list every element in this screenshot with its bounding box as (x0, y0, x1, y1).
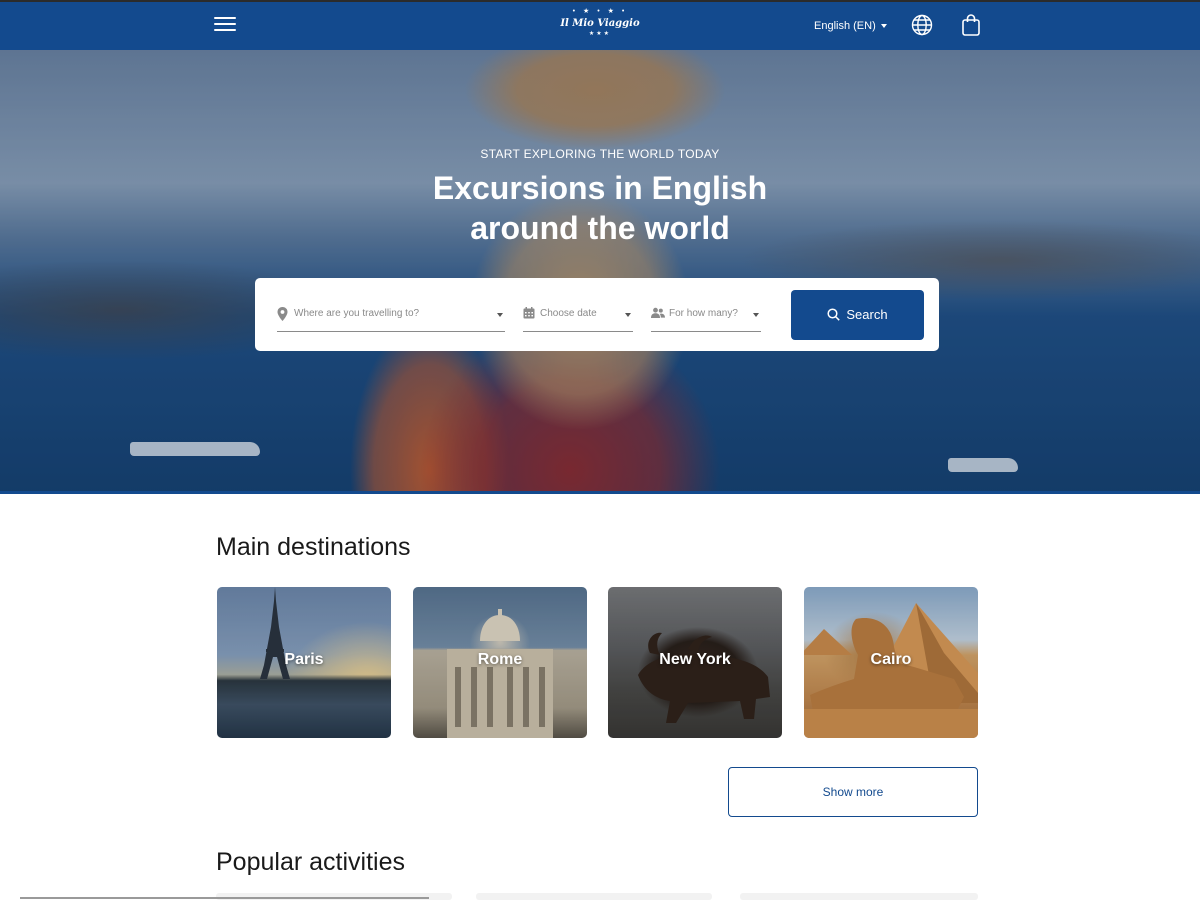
search-panel: Where are you travelling to? Choose date… (255, 278, 939, 351)
destination-select[interactable]: Where are you travelling to? (277, 304, 505, 332)
map-pin-icon (277, 307, 288, 321)
hero-image-ship (948, 458, 1018, 472)
people-icon (651, 307, 665, 318)
destination-card-rome[interactable]: Rome (413, 587, 587, 738)
search-icon (827, 308, 841, 321)
logo-stars: • ★ • ★ • (572, 8, 628, 15)
destination-label: Paris (284, 651, 324, 668)
hero-bottom-border (0, 491, 1200, 494)
logo-text: Il Mio Viaggio (560, 18, 640, 29)
destination-card-paris[interactable]: Paris (217, 587, 391, 738)
hero-title-line-2: around the world (470, 210, 730, 246)
chevron-down-icon (625, 313, 631, 317)
search-button-label: Search (846, 307, 888, 322)
chevron-down-icon (880, 24, 887, 29)
language-label: English (EN) (814, 20, 876, 32)
activity-card[interactable] (476, 893, 712, 900)
main-destinations-title: Main destinations (216, 533, 411, 561)
horizontal-scrollbar[interactable] (20, 897, 429, 899)
date-placeholder: Choose date (540, 308, 597, 319)
destination-card-cairo[interactable]: Cairo (804, 587, 978, 738)
search-button[interactable]: Search (791, 290, 924, 340)
destination-label: Cairo (870, 651, 912, 668)
hero-title: Excursions in English around the world (360, 168, 840, 248)
chevron-down-icon (753, 313, 759, 317)
calendar-icon (523, 307, 535, 319)
logo-dots: ★★★ (588, 31, 612, 37)
destination-placeholder: Where are you travelling to? (294, 308, 420, 319)
popular-activities-title: Popular activities (216, 848, 405, 876)
activity-card[interactable] (740, 893, 978, 900)
shopping-bag-icon[interactable] (960, 13, 982, 37)
show-more-button[interactable]: Show more (728, 767, 978, 817)
charging-bull-image (638, 632, 770, 723)
people-select[interactable]: For how many? (651, 304, 761, 332)
hero-banner (0, 50, 1200, 494)
date-select[interactable]: Choose date (523, 304, 633, 332)
destination-card-new-york[interactable]: New York (608, 587, 782, 738)
top-navigation-bar: • ★ • ★ • Il Mio Viaggio ★★★ English (EN… (0, 0, 1200, 50)
language-selector[interactable]: English (EN) (814, 18, 887, 34)
chevron-down-icon (497, 313, 503, 317)
destination-label: New York (659, 651, 731, 668)
people-placeholder: For how many? (669, 308, 738, 319)
basilica-image (447, 609, 553, 738)
site-logo[interactable]: • ★ • ★ • Il Mio Viaggio ★★★ (548, 6, 652, 46)
hero-kicker: START EXPLORING THE WORLD TODAY (480, 147, 720, 161)
hamburger-menu-icon[interactable] (214, 14, 236, 36)
globe-icon[interactable] (910, 13, 934, 37)
destination-label: Rome (477, 651, 523, 668)
hero-image-ship (130, 442, 260, 456)
hero-title-line-1: Excursions in English (432, 170, 768, 206)
